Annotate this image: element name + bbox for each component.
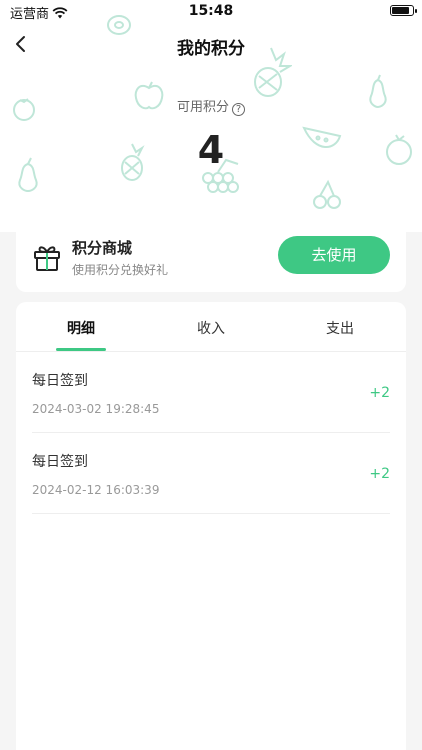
active-tab-indicator bbox=[56, 348, 106, 351]
record-time: 2024-02-12 16:03:39 bbox=[32, 483, 160, 497]
page-title: 我的积分 bbox=[177, 39, 245, 59]
record-title: 每日签到 bbox=[32, 454, 88, 470]
clock: 15:48 bbox=[188, 3, 234, 19]
points-balance: 4 bbox=[197, 128, 225, 172]
points-records-panel: 明细 收入 支出 每日签到 2024-03-02 19:28:45 +2 每日签… bbox=[16, 302, 406, 750]
record-row: 每日签到 2024-02-12 16:03:39 +2 bbox=[32, 433, 390, 514]
record-row: 每日签到 2024-03-02 19:28:45 +2 bbox=[32, 352, 390, 433]
records-tabs: 明细 收入 支出 bbox=[16, 302, 406, 352]
record-title: 每日签到 bbox=[32, 373, 88, 389]
available-points-label: 可用积分? bbox=[0, 96, 422, 116]
status-bar: 运营商 15:48 bbox=[0, 0, 422, 22]
points-mall-subtitle: 使用积分兑换好礼 bbox=[72, 263, 169, 277]
tab-expense[interactable]: 支出 bbox=[300, 318, 380, 338]
points-mall-title: 积分商城 bbox=[72, 239, 133, 257]
record-amount: +2 bbox=[369, 385, 390, 401]
points-mall-card: 积分商城 使用积分兑换好礼 去使用 bbox=[16, 222, 406, 292]
cherry-decor-icon bbox=[312, 178, 342, 210]
battery-icon bbox=[390, 5, 417, 16]
available-points-text: 可用积分 bbox=[176, 100, 229, 115]
go-use-button[interactable]: 去使用 bbox=[278, 236, 390, 274]
record-time: 2024-03-02 19:28:45 bbox=[32, 402, 160, 416]
tab-detail[interactable]: 明细 bbox=[41, 318, 121, 338]
record-amount: +2 bbox=[369, 466, 390, 482]
tab-income[interactable]: 收入 bbox=[171, 318, 251, 338]
help-icon[interactable]: ? bbox=[232, 103, 245, 116]
gift-icon bbox=[32, 242, 62, 276]
points-header: 运营商 15:48 我的积分 可用积分? 4 bbox=[0, 0, 422, 232]
